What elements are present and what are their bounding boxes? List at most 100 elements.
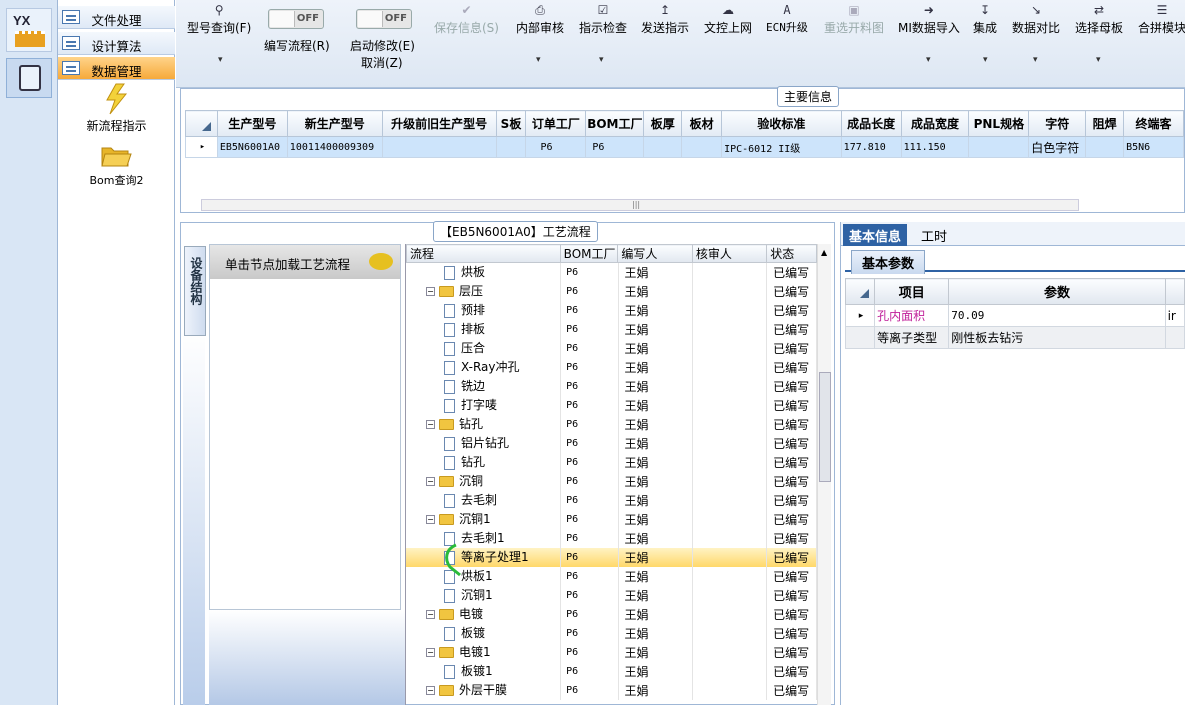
tree-cell-reviewer[interactable] [692, 472, 768, 491]
table-cell[interactable]: 177.810 [840, 136, 902, 158]
bom-query-link[interactable]: Bom查询2 [58, 172, 175, 188]
tree-cell-writer[interactable]: 王娟 [618, 681, 693, 700]
tree-cell-status[interactable]: 已编写 [766, 643, 817, 662]
tree-cell-reviewer[interactable] [692, 320, 768, 339]
tree-cell-factory[interactable]: P6 [560, 681, 619, 700]
tree-cell-factory[interactable]: P6 [560, 301, 619, 320]
menu-item-file-processing[interactable]: 文件处理 [58, 6, 175, 29]
tree-cell-reviewer[interactable] [692, 681, 768, 700]
tree-node-cell[interactable]: − 沉铜1 [406, 510, 562, 529]
instruction-check-dropdown-icon[interactable]: ▾ [599, 55, 604, 65]
tree-cell-status[interactable]: 已编写 [766, 529, 817, 548]
internal-review-dropdown-icon[interactable]: ▾ [536, 55, 541, 65]
column-header[interactable]: 升级前旧生产型号 [381, 110, 497, 137]
send-instruction-button[interactable]: ↥ 发送指示 [641, 3, 689, 36]
collapse-icon[interactable]: − [426, 477, 435, 486]
tree-row[interactable]: 烘板1 P6 王娟 已编写 [406, 567, 817, 586]
tree-cell-status[interactable]: 已编写 [766, 548, 817, 567]
tree-node-cell[interactable]: 板镀 [406, 624, 562, 643]
tab-basic-params[interactable]: 基本参数 [851, 250, 926, 274]
column-header[interactable]: 生产型号 [216, 110, 288, 137]
tab-basic-info[interactable]: 基本信息 [843, 224, 908, 246]
column-header[interactable]: 终端客 [1123, 110, 1184, 137]
table-cell[interactable] [643, 136, 683, 158]
tree-cell-status[interactable]: 已编写 [766, 301, 817, 320]
column-header[interactable]: 板厚 [643, 110, 683, 137]
tree-node-cell[interactable]: 板镀1 [406, 662, 562, 681]
tree-cell-factory[interactable]: P6 [560, 567, 619, 586]
tree-cell-status[interactable]: 已编写 [766, 320, 817, 339]
model-query-dropdown-icon[interactable]: ▾ [218, 55, 223, 65]
tree-node-cell[interactable]: 沉铜1 [406, 586, 562, 605]
doc-upload-button[interactable]: ☁ 文控上网 [704, 3, 752, 36]
collapse-icon[interactable]: − [426, 515, 435, 524]
tree-cell-reviewer[interactable] [692, 263, 768, 282]
tree-cell-factory[interactable]: P6 [560, 643, 619, 662]
tree-cell-reviewer[interactable] [692, 662, 768, 681]
column-header[interactable]: PNL规格 [968, 110, 1030, 137]
tree-cell-writer[interactable]: 王娟 [618, 510, 693, 529]
tree-row[interactable]: − 层压 P6 王娟 已编写 [406, 282, 817, 301]
column-header[interactable]: 状态 [766, 244, 817, 263]
tree-cell-status[interactable]: 已编写 [766, 624, 817, 643]
tree-cell-reviewer[interactable] [692, 548, 768, 567]
column-header[interactable]: BOM工厂 [559, 244, 619, 263]
calculator-icon[interactable] [6, 58, 52, 98]
tree-row[interactable]: 预排 P6 王娟 已编写 [406, 301, 817, 320]
tree-cell-reviewer[interactable] [692, 605, 768, 624]
tree-cell-writer[interactable]: 王娟 [618, 434, 693, 453]
table-cell[interactable] [495, 136, 527, 158]
column-header[interactable]: 成品宽度 [900, 110, 970, 137]
collapse-icon[interactable]: − [426, 648, 435, 657]
mi-import-dropdown-icon[interactable]: ▾ [926, 55, 931, 65]
tree-node[interactable]: 沉铜1 [406, 586, 493, 605]
tree-cell-reviewer[interactable] [692, 529, 768, 548]
tree-node-cell[interactable]: X-Ray冲孔 [406, 358, 562, 377]
new-process-instruction-link[interactable]: 新流程指示 [58, 117, 175, 134]
tree-node-cell[interactable]: 等离子处理1 [406, 548, 562, 567]
cancel-label[interactable]: 取消(Z) [361, 54, 403, 71]
tree-node[interactable]: 预排 [406, 301, 485, 320]
data-compare-button[interactable]: ↘ 数据对比 [1012, 3, 1060, 36]
tree-cell-writer[interactable]: 王娟 [618, 263, 693, 282]
tree-cell-status[interactable]: 已编写 [766, 586, 817, 605]
tree-node-cell[interactable]: − 电镀 [406, 605, 562, 624]
tree-cell-factory[interactable]: P6 [560, 320, 619, 339]
horizontal-scrollbar[interactable]: ||| [201, 199, 1079, 211]
tree-node[interactable]: 去毛刺 [406, 491, 497, 510]
tree-cell-reviewer[interactable] [692, 624, 768, 643]
tree-cell-reviewer[interactable] [692, 396, 768, 415]
tree-cell-status[interactable]: 已编写 [766, 415, 817, 434]
mi-import-button[interactable]: ➜ MI数据导入 [898, 3, 960, 36]
column-header[interactable]: 新生产型号 [286, 110, 383, 137]
tree-cell-factory[interactable]: P6 [560, 472, 619, 491]
tree-cell-reviewer[interactable] [692, 491, 768, 510]
column-header[interactable]: 订单工厂 [525, 110, 587, 137]
tree-node[interactable]: 板镀 [406, 624, 485, 643]
factory-logo-icon[interactable]: YX [6, 8, 52, 52]
table-cell[interactable]: 白色字符 [1028, 136, 1087, 158]
tree-node-cell[interactable]: 钻孔 [406, 453, 562, 472]
select-mother-board-button[interactable]: ⇄ 选择母板 [1075, 3, 1123, 36]
tree-cell-factory[interactable]: P6 [560, 282, 619, 301]
tree-cell-status[interactable]: 已编写 [766, 453, 817, 472]
tree-cell-factory[interactable]: P6 [560, 605, 619, 624]
tree-row[interactable]: − 沉铜1 P6 王娟 已编写 [406, 510, 817, 529]
tree-cell-reviewer[interactable] [692, 586, 768, 605]
tree-node[interactable]: − 钻孔 [406, 415, 483, 434]
tree-row[interactable]: 铝片钻孔 P6 王娟 已编写 [406, 434, 817, 453]
tree-node-cell[interactable]: 压合 [406, 339, 562, 358]
column-header[interactable]: BOM工厂 [585, 110, 645, 137]
tree-row[interactable]: 铣边 P6 王娟 已编写 [406, 377, 817, 396]
table-row[interactable]: ▸ EB5N6001A0 10011400009309 P6 P6 IPC-60… [185, 136, 1184, 158]
column-header[interactable]: S板 [495, 110, 527, 137]
collapse-icon[interactable]: − [426, 610, 435, 619]
table-cell[interactable]: B5N6 [1123, 136, 1184, 158]
tree-node[interactable]: 板镀1 [406, 662, 493, 681]
tree-cell-writer[interactable]: 王娟 [618, 567, 693, 586]
tree-node[interactable]: 压合 [406, 339, 485, 358]
tree-cell-reviewer[interactable] [692, 434, 768, 453]
tree-cell-status[interactable]: 已编写 [766, 263, 817, 282]
tree-cell-factory[interactable]: P6 [560, 510, 619, 529]
table-row[interactable]: ▸ 孔内面积 70.09 ir [844, 304, 1185, 327]
